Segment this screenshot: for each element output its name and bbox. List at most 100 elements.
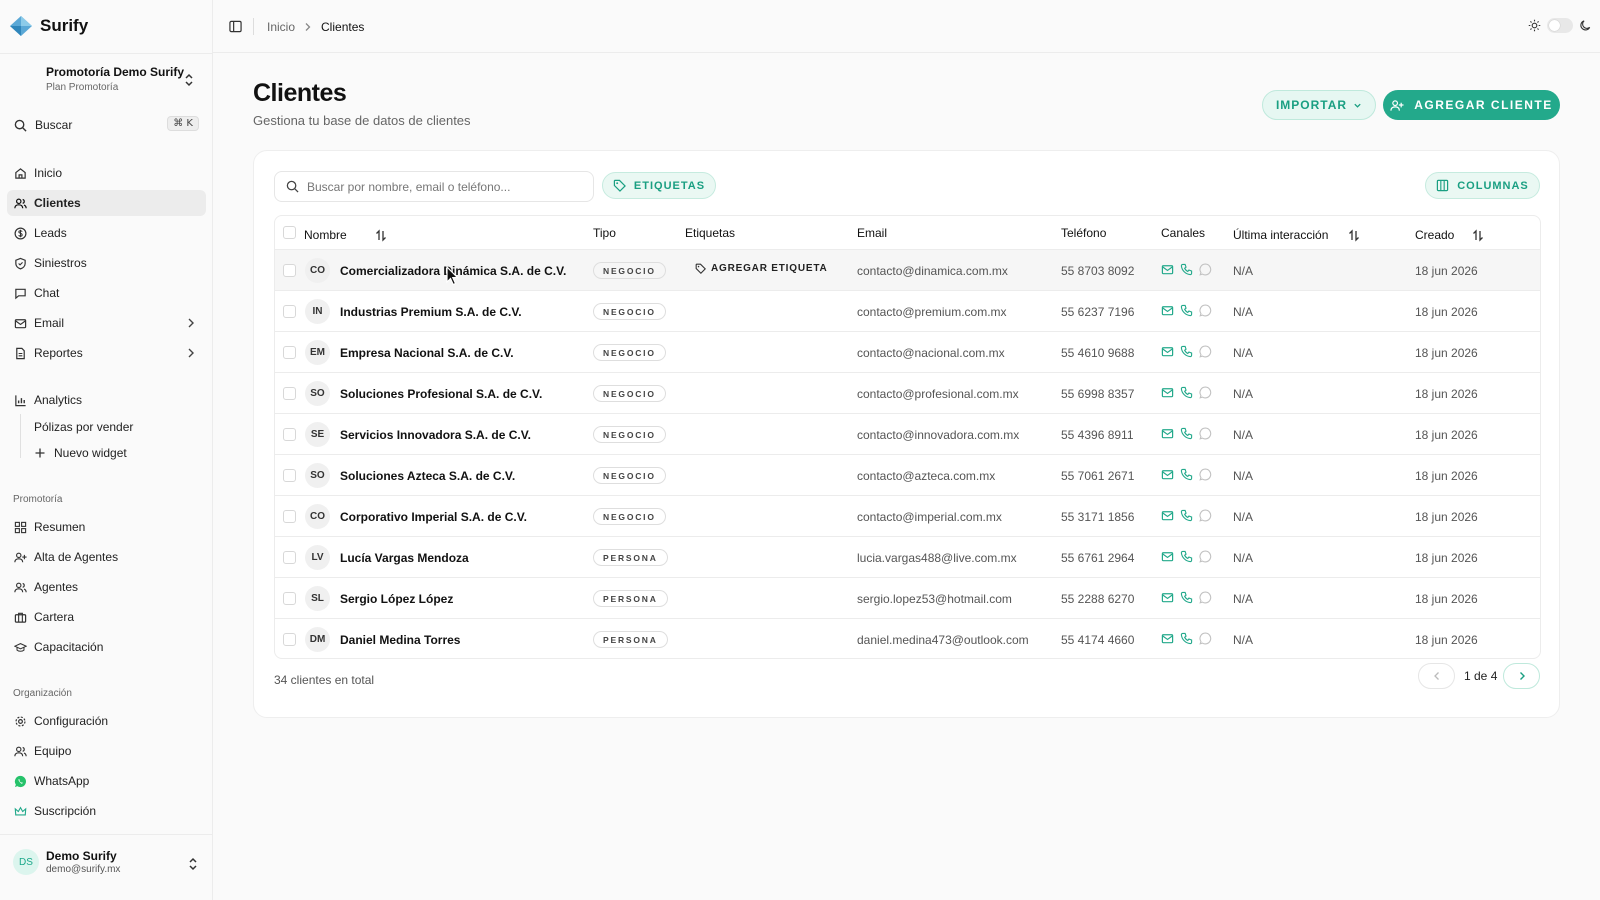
sidebar-item-capacitacion[interactable]: Capacitación — [7, 634, 206, 660]
sidebar-item-leads[interactable]: Leads — [7, 220, 206, 246]
client-name[interactable]: Industrias Premium S.A. de C.V. — [340, 305, 522, 319]
whatsapp-icon[interactable] — [1199, 632, 1212, 645]
mail-icon[interactable] — [1161, 345, 1174, 358]
whatsapp-icon[interactable] — [1199, 263, 1212, 276]
sidebar-item-suscripcion[interactable]: Suscripción — [7, 798, 206, 824]
breadcrumb-home[interactable]: Inicio — [267, 20, 295, 34]
whatsapp-icon[interactable] — [1199, 509, 1212, 522]
mail-icon[interactable] — [1161, 304, 1174, 317]
mail-icon[interactable] — [1161, 550, 1174, 563]
table-row[interactable]: EM Empresa Nacional S.A. de C.V. NEGOCIO co… — [275, 331, 1540, 372]
whatsapp-icon[interactable] — [1199, 427, 1212, 440]
client-name[interactable]: Lucía Vargas Mendoza — [340, 551, 469, 565]
table-row[interactable]: LV Lucía Vargas Mendoza PERSONA lucia.varga… — [275, 536, 1540, 577]
theme-switch[interactable] — [1547, 18, 1573, 33]
whatsapp-icon[interactable] — [1199, 345, 1212, 358]
row-checkbox[interactable] — [283, 305, 296, 318]
sidebar-item-resumen[interactable]: Resumen — [7, 514, 206, 540]
columns-button[interactable]: COLUMNAS — [1425, 172, 1540, 199]
table-row[interactable]: SL Sergio López López PERSONA sergio.lopez5… — [275, 577, 1540, 618]
client-name[interactable]: Daniel Medina Torres — [340, 633, 460, 647]
table-row[interactable]: SO Soluciones Azteca S.A. de C.V. NEGOCIO c… — [275, 454, 1540, 495]
import-button[interactable]: IMPORTAR — [1262, 90, 1376, 120]
header-name[interactable]: Nombre — [304, 228, 387, 242]
phone-icon[interactable] — [1180, 263, 1193, 276]
row-checkbox[interactable] — [283, 346, 296, 359]
phone-icon[interactable] — [1180, 632, 1193, 645]
client-name[interactable]: Corporativo Imperial S.A. de C.V. — [340, 510, 527, 524]
add-tag-button[interactable]: AGREGAR ETIQUETA — [695, 263, 828, 274]
mail-icon[interactable] — [1161, 386, 1174, 399]
clients-search-input[interactable] — [307, 179, 577, 194]
sidebar-item-clientes[interactable]: Clientes — [7, 190, 206, 216]
sidebar-item-configuracion[interactable]: Configuración — [7, 708, 206, 734]
whatsapp-icon[interactable] — [1199, 468, 1212, 481]
prev-page-button[interactable] — [1418, 663, 1455, 689]
phone-icon[interactable] — [1180, 591, 1193, 604]
sort-icon[interactable] — [1468, 228, 1494, 242]
sidebar-item-agentes[interactable]: Agentes — [7, 574, 206, 600]
phone-icon[interactable] — [1180, 509, 1193, 522]
phone-icon[interactable] — [1180, 304, 1193, 317]
table-row[interactable]: SO Soluciones Profesional S.A. de C.V. NEG… — [275, 372, 1540, 413]
row-checkbox[interactable] — [283, 633, 296, 646]
row-checkbox[interactable] — [283, 428, 296, 441]
app-logo[interactable]: Surify — [9, 15, 88, 37]
mail-icon[interactable] — [1161, 427, 1174, 440]
sort-icon[interactable] — [361, 228, 387, 242]
sidebar-item-inicio[interactable]: Inicio — [7, 160, 206, 186]
client-name[interactable]: Sergio López López — [340, 592, 453, 606]
add-client-button[interactable]: AGREGAR CLIENTE — [1383, 90, 1560, 120]
table-row[interactable]: CO Comercializadora Dinámica S.A. de C.V.… — [275, 249, 1540, 290]
sidebar-item-reportes[interactable]: Reportes — [7, 340, 206, 366]
table-row[interactable]: IN Industrias Premium S.A. de C.V. NEGOCIO… — [275, 290, 1540, 331]
sidebar-item-email[interactable]: Email — [7, 310, 206, 336]
mail-icon[interactable] — [1161, 468, 1174, 481]
client-name[interactable]: Soluciones Azteca S.A. de C.V. — [340, 469, 515, 483]
sidebar-item-cartera[interactable]: Cartera — [7, 604, 206, 630]
whatsapp-icon[interactable] — [1199, 386, 1212, 399]
phone-icon[interactable] — [1180, 386, 1193, 399]
mail-icon[interactable] — [1161, 509, 1174, 522]
table-row[interactable]: CO Corporativo Imperial S.A. de C.V. NEGOC… — [275, 495, 1540, 536]
sidebar-subitem-nuevo-widget[interactable]: Nuevo widget — [34, 444, 127, 462]
client-name[interactable]: Soluciones Profesional S.A. de C.V. — [340, 387, 542, 401]
header-created[interactable]: Creado — [1415, 228, 1494, 242]
phone-icon[interactable] — [1180, 345, 1193, 358]
sidebar-item-alta-agentes[interactable]: Alta de Agentes — [7, 544, 206, 570]
sidebar-subitem-polizas[interactable]: Pólizas por vender — [34, 418, 133, 436]
mail-icon[interactable] — [1161, 632, 1174, 645]
mail-icon[interactable] — [1161, 591, 1174, 604]
row-checkbox[interactable] — [283, 264, 296, 277]
row-checkbox[interactable] — [283, 551, 296, 564]
next-page-button[interactable] — [1503, 663, 1540, 689]
chevrons-updown-icon[interactable] — [183, 72, 195, 88]
phone-icon[interactable] — [1180, 468, 1193, 481]
client-name[interactable]: Empresa Nacional S.A. de C.V. — [340, 346, 514, 360]
whatsapp-icon[interactable] — [1199, 550, 1212, 563]
row-checkbox[interactable] — [283, 510, 296, 523]
sort-icon[interactable] — [1344, 228, 1370, 242]
table-row[interactable]: DM Daniel Medina Torres PERSONA daniel.medi… — [275, 618, 1540, 658]
client-name[interactable]: Servicios Innovadora S.A. de C.V. — [340, 428, 531, 442]
theme-toggle[interactable] — [1528, 18, 1592, 33]
sidebar-item-equipo[interactable]: Equipo — [7, 738, 206, 764]
sidebar-item-chat[interactable]: Chat — [7, 280, 206, 306]
sidebar-item-analytics[interactable]: Analytics — [7, 387, 206, 413]
row-checkbox[interactable] — [283, 469, 296, 482]
sidebar-item-siniestros[interactable]: Siniestros — [7, 250, 206, 276]
phone-icon[interactable] — [1180, 550, 1193, 563]
header-last-interaction[interactable]: Última interacción — [1233, 228, 1370, 242]
chevrons-updown-icon[interactable] — [187, 856, 199, 872]
sidebar-item-whatsapp[interactable]: WhatsApp — [7, 768, 206, 794]
mail-icon[interactable] — [1161, 263, 1174, 276]
phone-icon[interactable] — [1180, 427, 1193, 440]
user-menu[interactable]: DS Demo Surify demo@surify.mx — [13, 849, 120, 875]
select-all-checkbox[interactable] — [283, 226, 296, 239]
tags-filter-button[interactable]: ETIQUETAS — [602, 172, 716, 199]
sidebar-search[interactable]: Buscar ⌘ K — [14, 116, 199, 132]
sidebar-toggle-icon[interactable] — [229, 20, 242, 33]
row-checkbox[interactable] — [283, 387, 296, 400]
row-checkbox[interactable] — [283, 592, 296, 605]
clients-search[interactable] — [274, 171, 594, 202]
